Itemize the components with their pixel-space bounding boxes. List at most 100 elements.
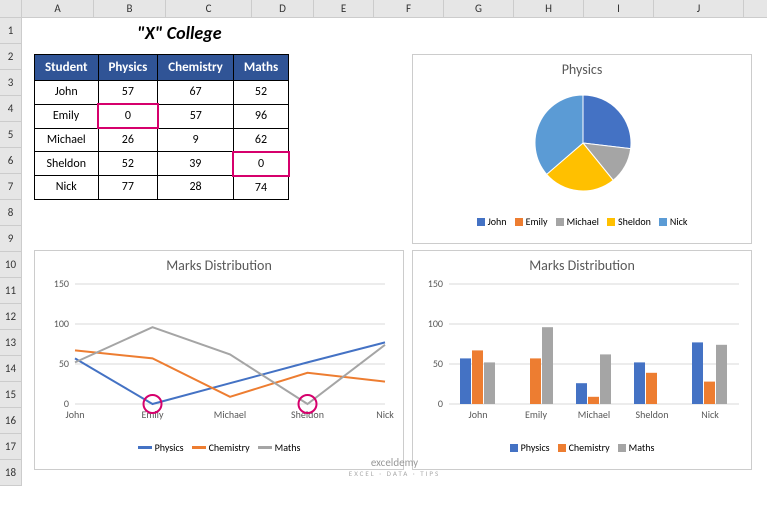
watermark: exceldemy EXCEL · DATA · TIPS [349,456,440,478]
chart-title: Physics [413,61,751,78]
legend-item: Maths [258,441,301,454]
row-header[interactable]: 18 [0,460,21,486]
svg-text:100: 100 [428,317,443,330]
svg-text:Sheldon: Sheldon [291,408,324,421]
svg-text:Emily: Emily [525,408,547,421]
row-header[interactable]: 10 [0,252,21,278]
chart-line-marks[interactable]: Marks Distribution 050100150JohnEmilyMic… [34,250,404,470]
column-headers: ABCDEFGHIJ [0,0,767,18]
legend-item: Physics [138,441,184,454]
chart-title: Marks Distribution [413,257,751,274]
pie-legend: JohnEmilyMichaelSheldonNick [413,215,751,228]
row-header[interactable]: 16 [0,408,21,434]
row-header[interactable]: 14 [0,356,21,382]
row-header[interactable]: 5 [0,122,21,148]
bar-svg: 050100150JohnEmilyMichaelSheldonNick [413,274,753,434]
table-header: Student [35,55,99,81]
row-header[interactable]: 3 [0,70,21,96]
line-legend: Physics Chemistry Maths [35,441,403,454]
table-row[interactable]: John576752 [35,81,289,105]
row-headers: 123456789101112131415161718 [0,18,22,486]
table-row[interactable]: Emily05796 [35,104,289,128]
col-header[interactable]: G [444,0,514,17]
row-header[interactable]: 7 [0,174,21,200]
table-cell[interactable]: 96 [233,104,288,128]
col-header[interactable]: A [22,0,94,17]
svg-text:50: 50 [59,357,69,370]
row-header[interactable]: 2 [0,44,21,70]
watermark-main: exceldemy [349,456,440,469]
col-header[interactable]: B [94,0,166,17]
table-row[interactable]: Sheldon52390 [35,152,289,176]
row-header[interactable]: 6 [0,148,21,174]
table-cell[interactable]: 57 [158,104,234,128]
table-header: Maths [233,55,288,81]
row-header[interactable]: 1 [0,18,21,44]
legend-item: Chemistry [558,441,610,454]
table-row[interactable]: Michael26962 [35,128,289,152]
table-cell[interactable]: 39 [158,152,234,176]
svg-text:Nick: Nick [701,408,719,421]
table-cell[interactable]: 77 [98,176,158,200]
col-header[interactable]: F [374,0,444,17]
table-cell[interactable]: 52 [98,152,158,176]
pie-svg [413,78,753,208]
table-cell[interactable]: 62 [233,128,288,152]
col-header[interactable]: D [252,0,314,17]
table-cell[interactable]: 9 [158,128,234,152]
row-header[interactable]: 13 [0,330,21,356]
legend-item: Maths [618,441,655,454]
row-header[interactable]: 4 [0,96,21,122]
row-header[interactable]: 9 [0,226,21,252]
table-cell[interactable]: 0 [98,104,158,128]
legend-item: Physics [510,441,550,454]
row-header[interactable]: 11 [0,278,21,304]
table-cell[interactable]: Sheldon [35,152,99,176]
data-table[interactable]: StudentPhysicsChemistryMathsJohn576752Em… [34,54,290,200]
line-svg: 050100150JohnEmilyMichaelSheldonNick [35,274,405,434]
col-header[interactable]: J [654,0,744,17]
row-header[interactable]: 17 [0,434,21,460]
page-title: "X" College [137,22,222,44]
row-header[interactable]: 12 [0,304,21,330]
table-cell[interactable]: 67 [158,81,234,105]
chart-pie-physics[interactable]: Physics JohnEmilyMichaelSheldonNick [412,54,752,244]
svg-text:Sheldon: Sheldon [636,408,669,421]
legend-item: John [477,215,507,228]
row-header[interactable]: 15 [0,382,21,408]
table-cell[interactable]: Nick [35,176,99,200]
table-cell[interactable]: John [35,81,99,105]
svg-text:Michael: Michael [578,408,610,421]
legend-item: Nick [659,215,688,228]
watermark-sub: EXCEL · DATA · TIPS [349,469,440,478]
chart-bar-marks[interactable]: Marks Distribution 050100150JohnEmilyMic… [412,250,752,470]
col-header[interactable]: I [584,0,654,17]
table-header: Physics [98,55,158,81]
svg-text:50: 50 [433,357,443,370]
col-header[interactable]: C [166,0,252,17]
col-header[interactable]: E [314,0,374,17]
svg-text:Nick: Nick [376,408,394,421]
col-header[interactable]: H [514,0,584,17]
table-cell[interactable]: 26 [98,128,158,152]
chart-title: Marks Distribution [35,257,403,274]
table-cell[interactable]: 74 [233,176,288,200]
legend-item: Chemistry [192,441,250,454]
table-cell[interactable]: 52 [233,81,288,105]
col-header[interactable] [0,0,22,17]
svg-text:John: John [66,408,85,421]
row-header[interactable]: 8 [0,200,21,226]
table-cell[interactable]: 57 [98,81,158,105]
table-cell[interactable]: Michael [35,128,99,152]
svg-text:John: John [469,408,488,421]
legend-item: Michael [556,215,599,228]
worksheet[interactable]: "X" College StudentPhysicsChemistryMaths… [22,18,767,486]
table-cell[interactable]: 0 [233,152,288,176]
table-cell[interactable]: 28 [158,176,234,200]
svg-text:Michael: Michael [214,408,246,421]
table-cell[interactable]: Emily [35,104,99,128]
bar-legend: Physics Chemistry Maths [413,441,751,454]
legend-item: Sheldon [607,215,651,228]
svg-text:150: 150 [54,277,69,290]
table-row[interactable]: Nick772874 [35,176,289,200]
